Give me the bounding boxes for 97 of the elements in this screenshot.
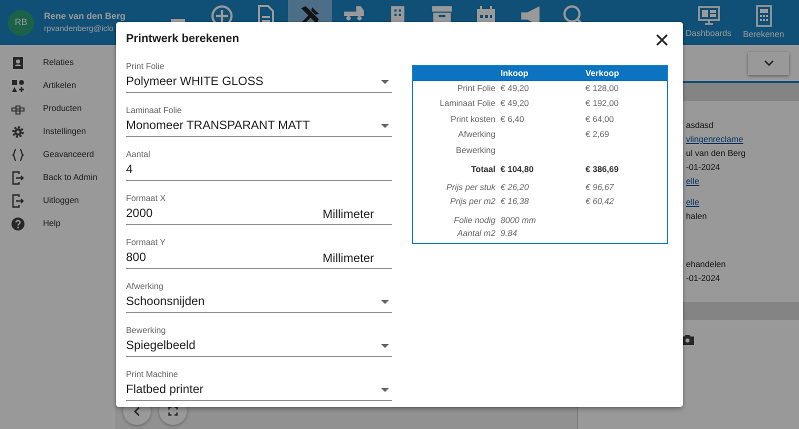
- column-header: Inkoop: [500, 66, 586, 80]
- table-cell: € 49,20: [500, 80, 586, 96]
- select-field[interactable]: Flatbed printer: [126, 380, 392, 401]
- sidebar-label: Uitloggen: [43, 194, 79, 207]
- settings-icon: [11, 124, 25, 138]
- detail-link[interactable]: elle: [686, 195, 799, 209]
- row-label: Afwerking: [412, 127, 500, 142]
- sidebar-item[interactable]: Uitloggen: [0, 189, 115, 212]
- select-field[interactable]: Monomeer TRANSPARANT MATT: [126, 116, 392, 137]
- exit-icon: [11, 170, 25, 184]
- caret-icon: [381, 300, 389, 304]
- table-cell: € 64,00: [586, 112, 668, 127]
- field-label: Formaat Y: [126, 237, 167, 248]
- sidebar-item[interactable]: Producten: [0, 97, 115, 120]
- fullscreen-icon: [168, 406, 178, 416]
- caret-icon: [381, 388, 389, 392]
- table-cell: € 96,67: [586, 176, 668, 194]
- sidebar-label: Relaties: [43, 56, 74, 69]
- chevron-down-icon: [764, 60, 774, 66]
- row-label: Bewerking: [412, 142, 500, 158]
- input-field[interactable]: 2000 Millimeter: [126, 204, 392, 225]
- sidebar-label: Artikelen: [43, 79, 76, 92]
- column-header: Verkoop: [586, 66, 668, 80]
- detail-text: asdasd: [686, 119, 714, 132]
- row-label: Aantal m2: [412, 226, 500, 243]
- input-field[interactable]: 4: [126, 160, 392, 181]
- sidebar-label: Producten: [43, 102, 82, 115]
- detail-text: -01-2024: [686, 272, 722, 285]
- table-cell: € 2,69: [586, 127, 668, 142]
- sidebar-label: Back to Admin: [43, 171, 98, 184]
- field-label: Afwerking: [126, 281, 164, 292]
- detail-link[interactable]: vlingenreclame: [686, 132, 799, 146]
- sidebar-label: Geavanceerd: [43, 148, 94, 161]
- chevron-left-icon: [134, 406, 140, 416]
- user-name: Rene van den Berg: [44, 10, 126, 23]
- row-label: Print kosten: [412, 112, 500, 127]
- row-label: Laminaat Folie: [412, 96, 500, 112]
- table-cell-text: 8000 mm: [500, 214, 537, 227]
- table-cell: € 192,00: [586, 96, 668, 112]
- unit-label: Millimeter: [322, 250, 374, 266]
- sidebar-item[interactable]: Help: [0, 212, 115, 235]
- field-label: Aantal: [126, 149, 152, 160]
- monitor-icon: [698, 6, 720, 26]
- toolbar-label: Berekenen: [742, 28, 784, 40]
- field-label: Formaat X: [126, 193, 167, 204]
- table-cell: € 104,80: [500, 158, 586, 176]
- sidebar-label: Instellingen: [43, 125, 86, 138]
- row-label: Print Folie: [412, 80, 500, 96]
- table-cell: € 60,42: [586, 194, 668, 209]
- select-field[interactable]: Schoonsnijden: [126, 292, 392, 313]
- toolbar-button[interactable]: Dashboards: [681, 0, 736, 45]
- table-cell: € 16,38: [500, 194, 586, 209]
- table-cell: € 386,69: [586, 158, 668, 176]
- table-cell: € 49,20: [500, 96, 586, 112]
- shapes-icon: [11, 78, 25, 92]
- caret-icon: [381, 124, 389, 128]
- table-cell: 9.84: [500, 226, 586, 243]
- exit-icon: [11, 194, 25, 208]
- dropdown-button[interactable]: [748, 52, 789, 74]
- detail-text: halen: [686, 210, 708, 223]
- help-icon: [11, 216, 25, 230]
- caret-icon: [381, 344, 389, 348]
- contact-card-icon: [11, 56, 25, 70]
- select-field[interactable]: Polymeer WHITE GLOSS: [126, 72, 392, 93]
- caret-icon: [381, 80, 389, 84]
- user-email: rpvandenberg@iclo: [44, 23, 114, 36]
- table-cell: € 26,20: [500, 176, 586, 194]
- select-field[interactable]: Spiegelbeeld: [126, 336, 392, 357]
- detail-text: -01-2024: [686, 161, 722, 174]
- unit-label: Millimeter: [322, 206, 374, 222]
- sidebar-item[interactable]: Geavanceerd: [0, 143, 115, 166]
- sidebar-item[interactable]: Artikelen: [0, 74, 115, 97]
- truck-icon[interactable]: [343, 5, 365, 22]
- detail-link[interactable]: elle: [686, 174, 799, 188]
- close-button[interactable]: [655, 33, 669, 47]
- field-label: Laminaat Folie: [126, 105, 183, 116]
- detail-text: ehandelen: [686, 258, 727, 271]
- detail-text: ul van den Berg: [686, 147, 747, 160]
- sidebar-label: Help: [43, 217, 60, 230]
- row-label: Prijs per stuk: [412, 176, 500, 194]
- field-label: Print Folie: [126, 61, 166, 72]
- dialog-title: Printwerk berekenen: [126, 33, 240, 47]
- input-field[interactable]: 800 Millimeter: [126, 248, 392, 269]
- row-label: Prijs per m2: [412, 194, 500, 209]
- sidebar-item[interactable]: Relaties: [0, 51, 115, 74]
- row-label: Folie nodig: [412, 209, 500, 227]
- table-cell: € 128,00: [586, 80, 668, 96]
- toolbar-label: Dashboards: [686, 26, 732, 40]
- sidebar-item[interactable]: Instellingen: [0, 120, 115, 143]
- sidebar-item[interactable]: Back to Admin: [0, 166, 115, 189]
- table-cell: € 6,40: [500, 112, 586, 127]
- field-label: Bewerking: [126, 325, 167, 336]
- toolbar-button[interactable]: Berekenen: [736, 0, 791, 45]
- row-label: Totaal: [412, 158, 500, 176]
- calculator-icon: [756, 4, 772, 27]
- field-label: Print Machine: [126, 369, 179, 380]
- braces-icon: [11, 148, 25, 162]
